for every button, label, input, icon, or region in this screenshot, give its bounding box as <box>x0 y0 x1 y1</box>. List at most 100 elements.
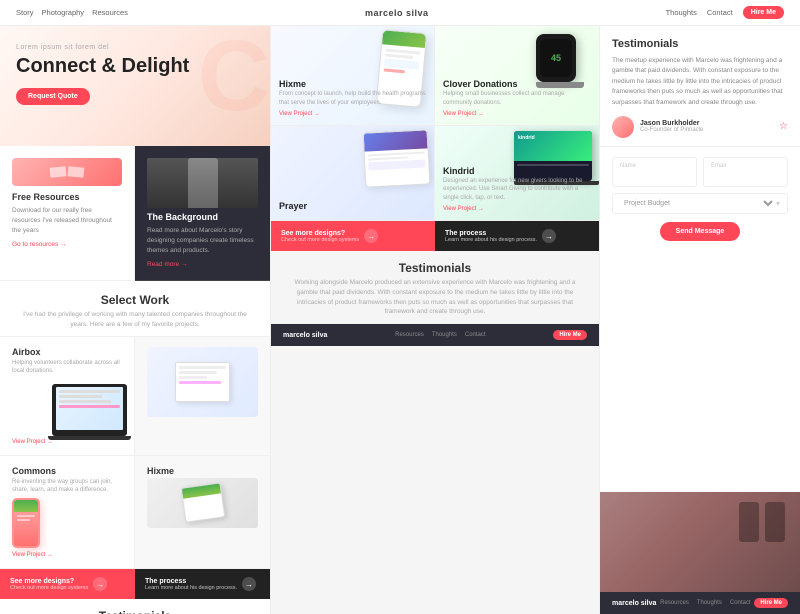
mid-process-label: The process <box>445 230 537 237</box>
mid-process-sub: Learn more about his design process. <box>445 237 537 243</box>
nav-links: Story Photography Resources <box>16 8 128 17</box>
contact-form: Name Email Project Budget ▾ Send Message <box>600 147 800 492</box>
footer-link-contact[interactable]: Contact <box>465 332 486 338</box>
mid-process[interactable]: The process Learn more about his design … <box>435 221 599 251</box>
hero-subtitle: Lorem ipsum sit forem del <box>16 44 254 51</box>
footer-link-thoughts[interactable]: Thoughts <box>432 332 457 338</box>
seat-shape-1 <box>739 502 759 542</box>
hixme-tablet-small <box>180 482 224 522</box>
nav-cta-button[interactable]: Hire Me <box>743 6 784 19</box>
name-field[interactable]: Name <box>612 157 697 187</box>
hixme-content: Hixme From concept to launch, help build… <box>279 79 426 117</box>
more-designs-label: See more designs? <box>10 578 88 585</box>
nav-resources[interactable]: Resources <box>92 8 128 17</box>
nav-contact[interactable]: Contact <box>707 8 733 17</box>
hixme-desc: From concept to launch, help build the h… <box>279 90 426 107</box>
footer-link-resources[interactable]: Resources <box>395 332 424 338</box>
seat-shapes <box>736 502 785 545</box>
hero-title: Connect & Delight <box>16 55 254 78</box>
person-image <box>147 158 258 208</box>
hixme-link[interactable]: View Project → <box>279 111 426 117</box>
mid-more-designs[interactable]: See more designs? Check out more design … <box>271 221 435 251</box>
free-resources-link[interactable]: Go to resources → <box>12 241 122 248</box>
right-author-avatar <box>612 116 634 138</box>
name-input[interactable] <box>620 173 689 180</box>
commons-link[interactable]: View Project → <box>12 552 122 558</box>
send-message-button[interactable]: Send Message <box>660 222 741 241</box>
navigation: Story Photography Resources marcelo silv… <box>0 0 800 26</box>
clover-link[interactable]: View Project → <box>443 111 591 117</box>
testimonials-bottom-title: Testimonials <box>16 609 254 614</box>
top-project-panels: Hixme From concept to launch, help build… <box>271 26 599 126</box>
prayer-tablet <box>363 129 431 187</box>
budget-field[interactable]: Project Budget ▾ <box>612 193 788 214</box>
airbox-screen-mockup <box>175 362 230 402</box>
commons-card: Commons Re-inventing the way groups can … <box>0 456 135 570</box>
hixme-panel: Hixme From concept to launch, help build… <box>271 26 435 126</box>
form-name-email-row: Name Email <box>612 157 788 187</box>
more-designs-text: See more designs? Check out more design … <box>10 578 88 591</box>
right-footer-contact[interactable]: Contact <box>730 600 751 606</box>
process-sub: Learn more about his design process. <box>145 585 237 591</box>
right-footer-thoughts[interactable]: Thoughts <box>697 600 722 606</box>
project-grid: Airbox Helping volunteers collaborate ac… <box>0 337 270 570</box>
hixme-small-card: Hixme <box>135 456 270 570</box>
right-testimonials-text: The meetup experience with Marcelo was f… <box>612 56 788 108</box>
select-work-subtitle: I've had the privilege of working with m… <box>16 310 254 330</box>
footer-links: Resources Thoughts Contact <box>395 332 485 338</box>
hixme-small-mockup <box>147 478 258 528</box>
hero-section: C Lorem ipsum sit forem del Connect & De… <box>0 26 270 146</box>
testimonials-bottom: Testimonials Working alongside Marcelo p… <box>0 599 270 614</box>
laptop-base <box>48 436 131 440</box>
left-column: C Lorem ipsum sit forem del Connect & De… <box>0 26 270 614</box>
right-author-name: Jason Burkholder <box>640 120 703 127</box>
mid-testimonials: Testimonials Working alongside Marcelo p… <box>271 251 599 324</box>
form-submit: Send Message <box>612 222 788 241</box>
nav-logo[interactable]: marcelo silva <box>365 8 429 18</box>
seat-photo <box>600 492 800 592</box>
background-link[interactable]: Read more → <box>147 261 258 268</box>
mid-testimonials-title: Testimonials <box>287 261 583 275</box>
free-resources-text: Download for our really free resources I… <box>12 206 122 235</box>
process-arrow: → <box>242 577 256 591</box>
footer-cta-button[interactable]: Hire Me <box>553 330 587 340</box>
commons-name: Commons <box>12 466 122 476</box>
kindrid-link[interactable]: View Project → <box>443 206 591 212</box>
footer: marcelo silva Resources Thoughts Contact… <box>271 324 599 346</box>
right-footer-logo: marcelo silva <box>612 600 656 607</box>
clover-panel: 45 Clover Donations Helping small busine… <box>435 26 599 126</box>
select-work-title: Select Work <box>16 293 254 307</box>
info-cards: Free Resources Download for our really f… <box>0 146 270 281</box>
airbox-image-card <box>135 337 270 456</box>
laptop-screen <box>56 387 123 430</box>
name-label: Name <box>620 163 689 169</box>
email-input[interactable] <box>711 173 780 180</box>
clover-desc: Helping small businesses collect and man… <box>443 90 591 107</box>
background-text: Read more about Marcelo's story designin… <box>147 226 258 255</box>
airbox-laptop <box>52 384 127 436</box>
resources-illustration <box>12 158 122 186</box>
free-resources-title: Free Resources <box>12 192 122 202</box>
seat-shape-2 <box>765 502 785 542</box>
more-designs-cta[interactable]: See more designs? Check out more design … <box>0 569 135 599</box>
nav-photography[interactable]: Photography <box>42 8 85 17</box>
nav-thoughts[interactable]: Thoughts <box>666 8 697 17</box>
phone-mockup <box>12 498 40 548</box>
budget-chevron: ▾ <box>776 199 780 208</box>
cta-bar: See more designs? Check out more design … <box>0 569 270 599</box>
process-cta[interactable]: The process Learn more about his design … <box>135 569 270 599</box>
budget-select[interactable]: Project Budget <box>620 199 776 208</box>
airbox-mockup-container <box>147 347 258 417</box>
background-title: The Background <box>147 212 258 222</box>
more-designs-sub: Check out more design systems <box>10 585 88 591</box>
nav-story[interactable]: Story <box>16 8 34 17</box>
hixme-title: Hixme <box>279 79 426 89</box>
mid-more-arrow: → <box>364 229 378 243</box>
request-quote-button[interactable]: Request Quote <box>16 88 90 105</box>
footer-logo: marcelo silva <box>283 332 327 339</box>
hixme-small-name: Hixme <box>147 466 258 476</box>
right-footer-resources[interactable]: Resources <box>660 600 689 606</box>
right-author-title: Co-Founder of Pinnacle <box>640 127 703 133</box>
clover-content: Clover Donations Helping small businesse… <box>443 79 591 117</box>
email-field[interactable]: Email <box>703 157 788 187</box>
